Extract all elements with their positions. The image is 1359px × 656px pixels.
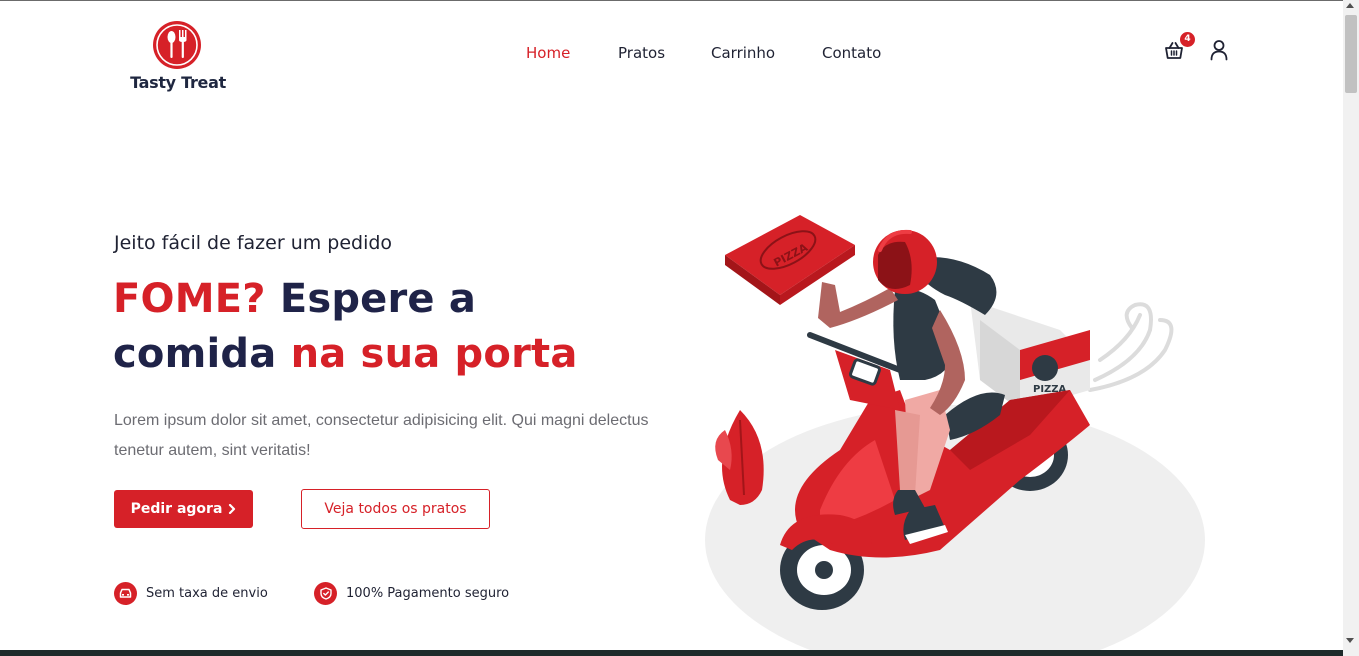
scrollbar-thumb[interactable]: [1345, 15, 1357, 93]
shield-icon: [314, 581, 337, 605]
feature-free-delivery-label: Sem taxa de envio: [146, 585, 268, 601]
chevron-right-icon: [229, 504, 236, 514]
headline-red-2: na sua porta: [290, 331, 578, 377]
window-top-border: [0, 0, 1359, 1]
order-now-button[interactable]: Pedir agora: [114, 490, 253, 528]
brand-logo[interactable]: Tasty Treat: [126, 18, 230, 98]
order-now-label: Pedir agora: [130, 501, 223, 517]
see-all-dishes-button[interactable]: Veja todos os pratos: [301, 489, 490, 529]
headline-dark-2: comida: [113, 331, 277, 377]
nav-link-carrinho[interactable]: Carrinho: [711, 44, 775, 62]
car-icon: [114, 581, 137, 605]
hero-headline: FOME? Espere a comida na sua porta: [113, 272, 673, 382]
scroll-down-arrow-icon[interactable]: [1346, 638, 1354, 643]
cart-count-badge: 4: [1180, 32, 1195, 47]
hero-kicker: Jeito fácil de fazer um pedido: [114, 232, 393, 254]
pizza-delivery-scooter-illustration: PIZZA PIZZA: [705, 215, 1205, 656]
next-section-edge: [0, 650, 1343, 656]
nav-link-pratos[interactable]: Pratos: [618, 44, 665, 62]
feature-secure-payment-label: 100% Pagamento seguro: [346, 585, 510, 601]
brand-name: Tasty Treat: [130, 73, 226, 92]
hero-description: Lorem ipsum dolor sit amet, consectetur …: [114, 412, 649, 459]
scroll-up-arrow-icon[interactable]: [1346, 3, 1354, 8]
user-icon[interactable]: [1209, 39, 1229, 61]
nav-link-home[interactable]: Home: [526, 44, 570, 62]
feature-free-delivery: Sem taxa de envio: [114, 581, 268, 605]
spoon-fork-icon: [153, 21, 201, 69]
headline-dark-1: Espere a: [279, 276, 477, 322]
nav-link-contato[interactable]: Contato: [822, 44, 881, 62]
page-scrollbar[interactable]: [1343, 0, 1359, 656]
feature-secure-payment: 100% Pagamento seguro: [314, 581, 509, 605]
headline-red-1: FOME?: [113, 276, 266, 322]
